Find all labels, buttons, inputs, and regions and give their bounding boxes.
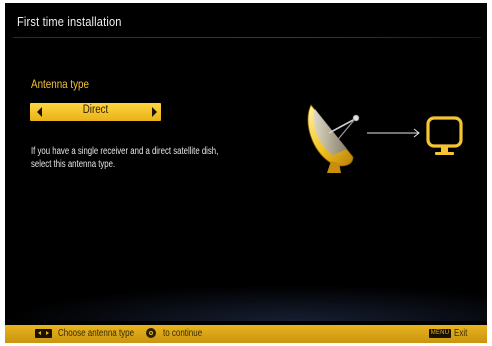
tv-screen: First time installation Antenna type Dir… xyxy=(5,3,487,343)
background-glow xyxy=(5,285,487,321)
antenna-type-value: Direct xyxy=(82,104,109,116)
arrow-right-icon xyxy=(367,128,420,138)
antenna-type-selector[interactable]: Direct xyxy=(30,103,161,121)
hint-choose-antenna: Choose antenna type xyxy=(58,328,135,339)
hint-continue: to continue xyxy=(163,328,203,339)
satellite-dish-icon xyxy=(307,104,360,173)
antenna-type-label: Antenna type xyxy=(31,77,90,91)
title-divider xyxy=(13,37,481,38)
antenna-type-description: If you have a single receiver and a dire… xyxy=(31,146,219,170)
menu-key-icon: MENU xyxy=(429,329,451,338)
left-right-key-icon xyxy=(35,329,52,338)
page-title: First time installation xyxy=(17,14,122,29)
ok-key-icon xyxy=(146,328,156,338)
help-bar: Choose antenna type to continue MENU Exi… xyxy=(5,325,487,343)
antenna-illustration xyxy=(307,104,463,173)
tv-monitor-icon xyxy=(426,116,463,155)
hint-exit: Exit xyxy=(454,328,468,339)
arrow-right-icon[interactable] xyxy=(152,107,157,117)
